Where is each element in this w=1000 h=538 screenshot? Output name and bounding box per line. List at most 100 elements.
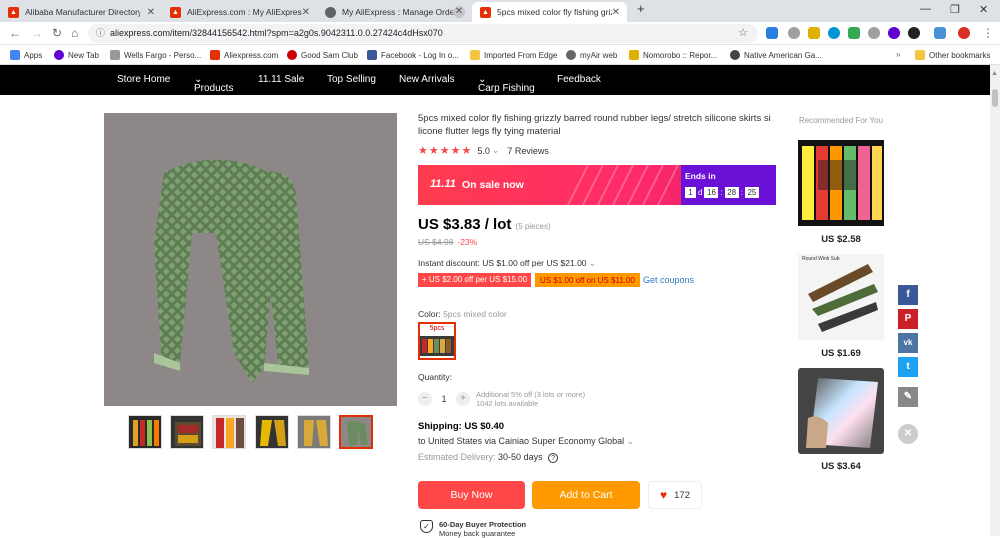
yahoo-icon[interactable] <box>888 27 900 39</box>
vk-share-icon[interactable]: vk <box>898 333 918 353</box>
minimize-button[interactable]: — <box>920 3 931 15</box>
aliexpress-icon: ▲ <box>480 6 491 18</box>
nav-store-home[interactable]: Store Home <box>117 74 170 85</box>
maximize-button[interactable]: ❐ <box>950 3 960 16</box>
close-tab-icon[interactable]: ✕ <box>453 6 465 18</box>
nav-sale[interactable]: 11.11 Sale <box>258 74 304 85</box>
recommended-image <box>798 368 884 454</box>
add-to-cart-button[interactable]: Add to Cart <box>532 481 640 509</box>
nav-carp-fishing[interactable]: Carp Fishing ⌄ <box>478 74 535 94</box>
reviews-link[interactable]: 7 Reviews <box>507 146 549 156</box>
forward-icon[interactable]: → <box>31 26 43 40</box>
browser-tab-active[interactable]: ▲ 5pcs mixed color fly fishing grizz ✕ <box>472 2 627 22</box>
recommended-item-image[interactable]: Round Wink Sub <box>798 254 884 340</box>
help-icon[interactable]: ? <box>548 453 559 463</box>
extension-icon[interactable] <box>766 27 778 39</box>
extension-icon[interactable] <box>934 27 946 39</box>
scrollbar-thumb[interactable] <box>992 89 998 107</box>
bookmark-folder[interactable]: Imported From Edge <box>470 50 557 60</box>
swatch-image <box>420 336 454 356</box>
bookmark[interactable]: Aliexpress.com <box>210 50 278 60</box>
avatar[interactable] <box>958 27 970 39</box>
hp-icon[interactable] <box>828 27 840 39</box>
url-bar[interactable]: ⓘ aliexpress.com/item/32844156542.html?s… <box>88 24 758 43</box>
new-tab-button[interactable]: + <box>637 1 645 16</box>
close-tab-icon[interactable]: ✕ <box>302 7 310 18</box>
color-swatch[interactable]: 5pcs <box>418 322 456 360</box>
extension-icon[interactable] <box>808 27 820 39</box>
chevron-down-icon[interactable]: ⌄ <box>492 145 500 156</box>
coupon-badge[interactable]: + US $2.00 off per US $15.00 <box>418 273 532 287</box>
close-icon[interactable]: ✕ <box>898 424 918 444</box>
thumbnail-image <box>129 416 161 448</box>
pencil-icon[interactable]: ✎ <box>898 387 918 407</box>
sale-text: On sale now <box>462 179 524 191</box>
nav-products[interactable]: Products ⌄ <box>194 74 233 94</box>
quantity-input[interactable]: 1 <box>432 394 456 404</box>
star-bookmark-icon[interactable]: ☆ <box>738 24 748 43</box>
bookmark[interactable]: New Tab <box>54 50 99 60</box>
home-icon[interactable]: ⌂ <box>71 26 78 40</box>
extension-icon[interactable] <box>908 27 920 39</box>
bookmark[interactable]: Native American Ga... <box>730 50 822 60</box>
store-navigation: Store Home Products ⌄ 11.11 Sale Top Sel… <box>0 65 990 95</box>
close-tab-icon[interactable]: ✕ <box>147 7 155 18</box>
recommended-item-image[interactable] <box>798 140 884 226</box>
rating: ★★★★★ 5.0 ⌄ 7 Reviews <box>418 145 549 157</box>
recommended-image <box>798 140 884 226</box>
bookmark[interactable]: Good Sam Club <box>287 50 358 60</box>
quantity-note: Additional 5% off (3 lots or more) 1042 l… <box>476 390 586 408</box>
thumbnail[interactable] <box>128 415 162 449</box>
quantity-stepper: − 1 + Additional 5% off (3 lots or more)… <box>418 390 585 408</box>
browser-tab[interactable]: ▲ Alibaba Manufacturer Directory ✕ <box>0 2 162 22</box>
more-bookmarks-icon[interactable]: » <box>896 50 900 59</box>
check-icon[interactable] <box>848 27 860 39</box>
extension-icon[interactable] <box>788 27 800 39</box>
close-tab-icon[interactable]: ✕ <box>612 7 620 18</box>
nav-new-arrivals[interactable]: New Arrivals <box>399 74 455 85</box>
address-toolbar: ← → ↻ ⌂ ⓘ aliexpress.com/item/3284415654… <box>0 22 1000 45</box>
product-main-image[interactable] <box>104 113 397 406</box>
increase-button[interactable]: + <box>456 392 470 406</box>
fly-tying-strip-image <box>104 113 397 406</box>
countdown-days: 1 <box>685 187 696 198</box>
facebook-share-icon[interactable]: f <box>898 285 918 305</box>
thumbnail[interactable] <box>297 415 331 449</box>
countdown-seconds: 25 <box>744 187 759 198</box>
thumbnail[interactable] <box>255 415 289 449</box>
buy-now-button[interactable]: Buy Now <box>418 481 525 509</box>
thumbnail[interactable] <box>170 415 204 449</box>
pinterest-share-icon[interactable]: P <box>898 309 918 329</box>
scroll-up-icon[interactable]: ▲ <box>991 70 998 77</box>
extension-icon[interactable] <box>868 27 880 39</box>
bookmark-folder[interactable]: Other bookmarks <box>915 50 990 60</box>
browser-tab[interactable]: My AliExpress : Manage Orders ✕ <box>317 2 472 22</box>
reload-icon[interactable]: ↻ <box>52 26 62 40</box>
twitter-share-icon[interactable]: t <box>898 357 918 377</box>
menu-icon[interactable]: ⋮ <box>982 26 994 40</box>
buyer-protection: ✓ 60-Day Buyer Protection Money back guar… <box>420 520 526 538</box>
browser-tab[interactable]: ▲ AliExpress.com : My AliExpress ✕ <box>162 2 317 22</box>
product-title: 5pcs mixed color fly fishing grizzly bar… <box>418 113 771 137</box>
close-window-button[interactable]: ✕ <box>979 3 988 16</box>
wishlist-button[interactable]: ♥ 172 <box>648 481 702 509</box>
thumbnail[interactable] <box>212 415 246 449</box>
bookmark-apps[interactable]: Apps <box>10 50 42 60</box>
bookmark[interactable]: myAir web <box>566 50 617 60</box>
decrease-button[interactable]: − <box>418 392 432 406</box>
bookmark[interactable]: Wells Fargo - Perso... <box>110 50 201 60</box>
thumbnail-selected[interactable] <box>339 415 373 449</box>
info-icon[interactable]: ⓘ <box>96 24 105 43</box>
sale-banner: 11.11 On sale now Ends in 1 d 16 : 28 : … <box>418 165 776 205</box>
back-icon[interactable]: ← <box>9 26 21 40</box>
bookmark[interactable]: Facebook - Log In o... <box>367 50 459 60</box>
bookmark[interactable]: Nomorobo :: Repor... <box>629 50 717 60</box>
recommended-item-image[interactable] <box>798 368 884 454</box>
page-scrollbar[interactable]: ▲ <box>990 65 1000 536</box>
shipping-method[interactable]: to United States via Cainiao Super Econo… <box>418 436 634 447</box>
banner-stripes <box>567 165 679 205</box>
nav-feedback[interactable]: Feedback <box>557 74 601 85</box>
get-coupons-link[interactable]: Get coupons <box>639 273 698 287</box>
nav-top-selling[interactable]: Top Selling <box>327 74 376 85</box>
coupon-badge[interactable]: US $1.00 off on US $11.00 <box>535 273 640 287</box>
